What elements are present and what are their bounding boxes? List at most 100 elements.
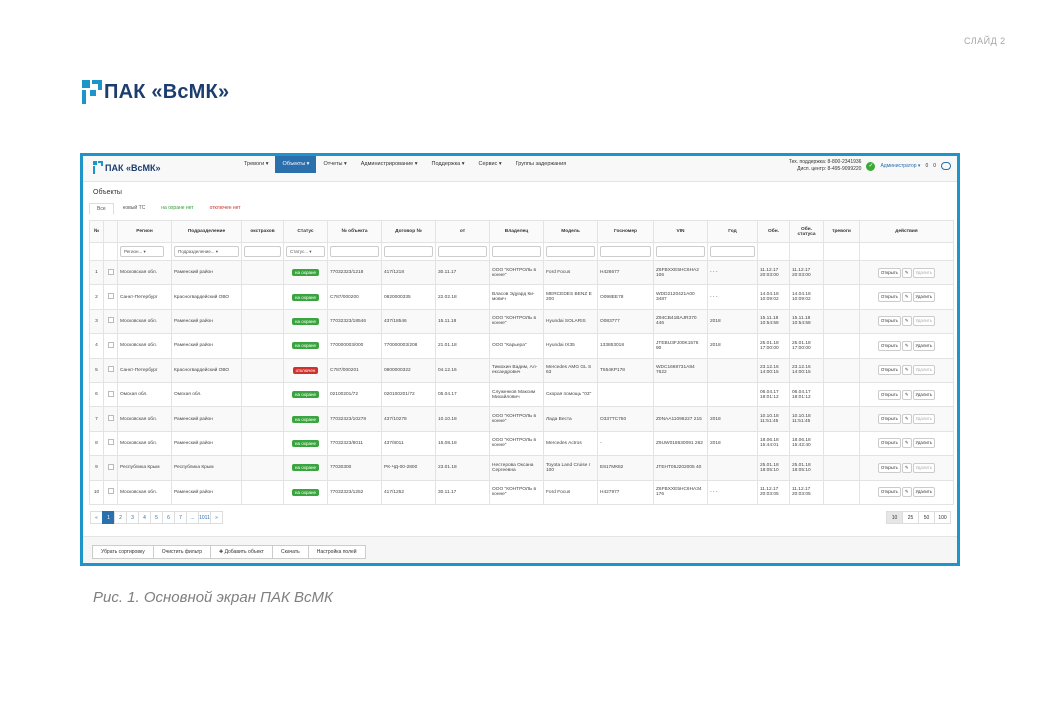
row-checkbox[interactable] xyxy=(107,317,114,324)
counter-1[interactable]: 0 xyxy=(925,163,928,169)
field-settings-button[interactable]: Настройка полей xyxy=(307,545,366,559)
add-object-button[interactable]: ✚ Добавить объект xyxy=(209,545,273,559)
chat-icon[interactable] xyxy=(941,162,951,170)
open-button[interactable]: Открыть xyxy=(878,365,901,376)
open-button[interactable]: Открыть xyxy=(878,487,901,498)
delete-button[interactable]: Удалить xyxy=(912,462,935,473)
filter-input[interactable] xyxy=(600,246,651,257)
column-header[interactable]: VIN xyxy=(653,220,708,243)
tab-all[interactable]: Все xyxy=(89,203,114,215)
nav-alarms[interactable]: Тревоги ▾ xyxy=(237,156,275,173)
edit-button[interactable]: ✎ xyxy=(901,292,912,303)
column-header[interactable]: Год xyxy=(707,220,758,243)
table-row[interactable]: 2 Санкт-Петербург Красногвардейский ОВО на … xyxy=(89,284,954,310)
column-header[interactable]: Статус xyxy=(283,220,328,243)
filter-input[interactable] xyxy=(438,246,487,257)
open-button[interactable]: Открыть xyxy=(878,316,901,327)
page-size-option[interactable]: 10 xyxy=(886,511,903,524)
filter-input[interactable] xyxy=(546,246,595,257)
open-button[interactable]: Открыть xyxy=(878,462,901,473)
row-checkbox[interactable] xyxy=(107,415,114,422)
open-button[interactable]: Открыть xyxy=(878,340,901,351)
delete-button[interactable]: Удалить xyxy=(912,292,935,303)
table-row[interactable]: 9 Республика Крым Республика Крым на охране… xyxy=(89,455,954,481)
open-button[interactable]: Открыть xyxy=(878,292,901,303)
edit-button[interactable]: ✎ xyxy=(901,316,912,327)
user-menu[interactable]: Администратор ▾ xyxy=(880,163,920,169)
edit-button[interactable]: ✎ xyxy=(901,438,912,449)
column-header[interactable]: Обн. статуса xyxy=(789,220,824,243)
column-header[interactable]: Госномер xyxy=(597,220,654,243)
open-button[interactable]: Открыть xyxy=(878,267,901,278)
open-button[interactable]: Открыть xyxy=(878,438,901,449)
page-size-option[interactable]: 25 xyxy=(902,511,919,524)
column-header[interactable]: Модель xyxy=(543,220,598,243)
row-checkbox[interactable] xyxy=(107,366,114,373)
column-header[interactable]: Владелец xyxy=(489,220,544,243)
edit-button[interactable]: ✎ xyxy=(901,414,912,425)
edit-button[interactable]: ✎ xyxy=(901,267,912,278)
edit-button[interactable]: ✎ xyxy=(901,487,912,498)
open-button[interactable]: Открыть xyxy=(878,414,901,425)
row-checkbox[interactable] xyxy=(107,439,114,446)
open-button[interactable]: Открыть xyxy=(878,389,901,400)
table-row[interactable]: 3 Московская обл. Раменский район на охране… xyxy=(89,308,954,335)
table-row[interactable]: 10 Московская обл. Раменский район на охран… xyxy=(89,479,954,505)
row-checkbox[interactable] xyxy=(107,390,114,397)
delete-button[interactable]: Удалить xyxy=(912,365,935,376)
insurer-filter-select[interactable] xyxy=(244,246,281,257)
filter-input[interactable] xyxy=(330,246,379,257)
clear-sort-button[interactable]: Убрать сортировку xyxy=(92,545,154,559)
page-size-option[interactable]: 100 xyxy=(934,511,951,524)
division-filter-select[interactable]: Подразделение... ▾ xyxy=(174,246,239,257)
row-checkbox[interactable] xyxy=(107,293,114,300)
column-header[interactable]: Обн. xyxy=(757,220,790,243)
column-header[interactable]: Подразделение xyxy=(171,220,242,243)
table-row[interactable]: 8 Московская обл. Раменский район на охране… xyxy=(89,430,954,457)
edit-button[interactable]: ✎ xyxy=(901,340,912,351)
table-row[interactable]: 6 Омская обл. Омская обл. на охране 02100201… xyxy=(89,381,954,408)
column-header[interactable]: № объекта xyxy=(327,220,382,243)
table-row[interactable]: 1 Московская обл. Раменский район на охране… xyxy=(89,259,954,286)
column-header[interactable]: Договор № xyxy=(381,220,436,243)
edit-button[interactable]: ✎ xyxy=(901,365,912,376)
app-brand[interactable]: ПАК «ВсМК» xyxy=(93,161,160,174)
delete-button[interactable]: Удалить xyxy=(912,340,935,351)
filter-input[interactable] xyxy=(710,246,755,257)
edit-button[interactable]: ✎ xyxy=(901,462,912,473)
nav-service[interactable]: Сервис ▾ xyxy=(472,156,509,173)
filter-input[interactable] xyxy=(656,246,705,257)
download-button[interactable]: Скачать xyxy=(271,545,309,559)
delete-button[interactable]: Удалить xyxy=(912,487,935,498)
tab-disabled[interactable]: отключен нет xyxy=(203,203,248,215)
status-filter-select[interactable]: Статус... ▾ xyxy=(286,246,325,257)
counter-2[interactable]: 0 xyxy=(933,163,936,169)
page-size-option[interactable]: 50 xyxy=(918,511,935,524)
column-header[interactable]: окстрахов xyxy=(241,220,284,243)
delete-button[interactable]: Удалить xyxy=(912,389,935,400)
tab-on-guard[interactable]: на охране нет xyxy=(154,203,200,215)
delete-button[interactable]: Удалить xyxy=(912,438,935,449)
row-checkbox[interactable] xyxy=(107,463,114,470)
table-row[interactable]: 7 Московская обл. Раменский район на охране… xyxy=(89,406,954,432)
nav-detention-groups[interactable]: Группы задержания xyxy=(509,156,574,173)
filter-input[interactable] xyxy=(492,246,541,257)
nav-reports[interactable]: Отчеты ▾ xyxy=(316,156,353,173)
filter-input[interactable] xyxy=(384,246,433,257)
table-row[interactable]: 5 Санкт-Петербург Красногвардейский ОВО отк… xyxy=(89,357,954,383)
table-row[interactable]: 4 Московская обл. Раменский район на охране… xyxy=(89,333,954,359)
edit-button[interactable]: ✎ xyxy=(901,389,912,400)
row-checkbox[interactable] xyxy=(107,341,114,348)
delete-button[interactable]: Удалить xyxy=(912,316,935,327)
column-header[interactable]: от xyxy=(435,220,490,243)
row-checkbox[interactable] xyxy=(107,488,114,495)
tab-new[interactable]: новый ТС xyxy=(116,203,153,215)
page-link[interactable]: » xyxy=(210,511,223,524)
region-filter-select[interactable]: Регион... ▾ xyxy=(120,246,164,257)
delete-button[interactable]: Удалить xyxy=(912,267,935,278)
row-checkbox[interactable] xyxy=(107,268,114,275)
nav-admin[interactable]: Администрирование ▾ xyxy=(354,156,425,173)
nav-objects[interactable]: Объекты ▾ xyxy=(275,156,317,173)
nav-support[interactable]: Поддержка ▾ xyxy=(425,156,472,173)
column-header[interactable]: Регион xyxy=(117,220,172,243)
